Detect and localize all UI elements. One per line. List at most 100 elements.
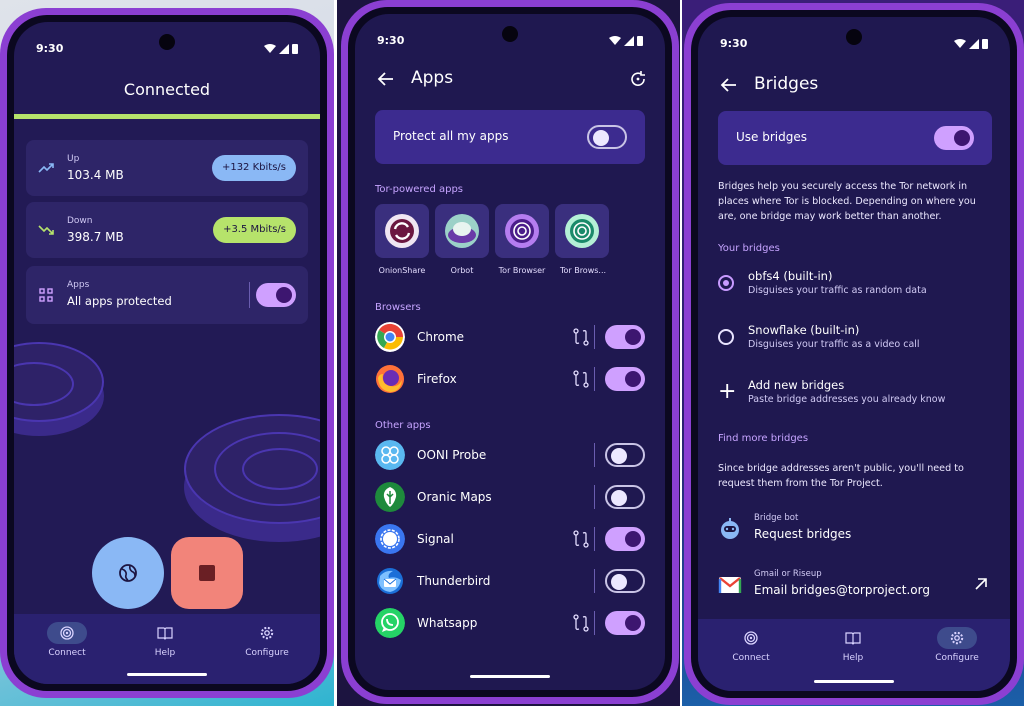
nav-help-label: Help [154, 648, 176, 658]
upload-card: Up 103.4 MB +132 Kbits/s [26, 140, 308, 196]
apps-protection-toggle[interactable] [256, 283, 296, 307]
nav-connect-label: Connect [732, 653, 770, 663]
bridges-screen: 9:30 Bridges Use bridges Bridges help yo… [698, 17, 1010, 691]
stop-button[interactable] [171, 537, 243, 609]
thunderbird-toggle[interactable] [605, 569, 645, 593]
apps-label: Apps [67, 280, 90, 290]
protect-all-label: Protect all my apps [393, 129, 509, 143]
connected-indicator-bar [14, 114, 320, 119]
option-title: obfs4 (built-in) [748, 269, 833, 283]
refresh-icon[interactable] [629, 70, 647, 88]
option-subtitle: Paste bridge addresses you already know [748, 394, 946, 405]
nav-connect[interactable]: Connect [706, 627, 796, 663]
app-name: Oranic Maps [417, 490, 492, 504]
bridge-option-snowflake[interactable]: Snowflake (built-in) Disguises your traf… [718, 321, 992, 355]
gear-icon [260, 626, 274, 640]
upload-rate-badge: +132 Kbits/s [211, 155, 296, 181]
tile-label: Orbot [450, 266, 474, 275]
divider [594, 367, 595, 391]
nav-configure[interactable]: Configure [222, 622, 312, 658]
external-link-icon[interactable] [974, 577, 988, 591]
radio-selected[interactable] [718, 275, 734, 291]
use-bridges-card[interactable]: Use bridges [718, 111, 992, 165]
tile-label: Tor Brows... [559, 266, 607, 275]
nav-connect[interactable]: Connect [22, 622, 112, 658]
upload-label: Up [67, 154, 80, 164]
book-icon [157, 627, 173, 640]
organic-maps-toggle[interactable] [605, 485, 645, 509]
list-item-organic-maps[interactable]: Oranic Maps [375, 482, 645, 512]
wifi-icon [609, 35, 621, 45]
tile-label: Tor Browser [498, 266, 546, 275]
page-title: Apps [411, 68, 454, 88]
option-subtitle: Disguises your traffic as random data [748, 285, 927, 296]
list-item-firefox[interactable]: Firefox [375, 364, 645, 394]
app-tile-tor-browser-alpha[interactable] [555, 204, 609, 258]
protect-all-toggle[interactable] [587, 125, 627, 149]
connect-icon [60, 626, 74, 640]
nav-help[interactable]: Help [120, 622, 210, 658]
apps-screen: 9:30 Apps Protect all my apps Tor-powere… [355, 14, 665, 690]
divider [594, 443, 595, 467]
nav-help[interactable]: Help [808, 627, 898, 663]
app-name: Signal [417, 532, 454, 546]
contact-label: Gmail or Riseup [754, 569, 822, 579]
bridges-description: Bridges help you securely access the Tor… [718, 181, 976, 222]
back-arrow-icon[interactable] [377, 70, 395, 88]
email-bridges-item[interactable]: Gmail or Riseup Email bridges@torproject… [718, 567, 992, 601]
change-location-button[interactable] [92, 537, 164, 609]
option-title: Add new bridges [748, 378, 845, 392]
use-bridges-toggle[interactable] [934, 126, 974, 150]
home-indicator [814, 680, 894, 683]
signal-toggle[interactable] [605, 527, 645, 551]
route-icon[interactable] [573, 530, 589, 548]
bridge-bot-item[interactable]: Bridge bot Request bridges [718, 511, 992, 545]
section-tor-powered: Tor-powered apps [375, 184, 464, 195]
home-indicator [470, 675, 550, 678]
list-item-whatsapp[interactable]: Whatsapp [375, 608, 645, 638]
nav-configure[interactable]: Configure [912, 627, 1002, 663]
ooni-probe-toggle[interactable] [605, 443, 645, 467]
signal-icon [624, 35, 634, 46]
find-more-description: Since bridge addresses aren't public, yo… [718, 463, 964, 489]
divider [594, 527, 595, 551]
tor-browser-icon [505, 214, 539, 248]
route-icon[interactable] [573, 370, 589, 388]
home-indicator [127, 673, 207, 676]
download-rate-badge: +3.5 Mbits/s [213, 217, 296, 243]
book-icon [845, 632, 861, 645]
list-item-ooni-probe[interactable]: OONI Probe [375, 440, 645, 470]
orbot-icon [445, 214, 479, 248]
back-arrow-icon[interactable] [720, 76, 738, 94]
add-new-bridges[interactable]: + Add new bridges Paste bridge addresses… [718, 376, 992, 410]
apps-card[interactable]: Apps All apps protected [26, 266, 308, 324]
nav-help-label: Help [842, 653, 864, 663]
list-item-signal[interactable]: Signal [375, 524, 645, 554]
chrome-toggle[interactable] [605, 325, 645, 349]
plus-icon: + [718, 379, 737, 404]
app-tile-tor-browser[interactable] [495, 204, 549, 258]
status-bar: 9:30 [36, 42, 298, 58]
route-icon[interactable] [573, 614, 589, 632]
bridge-option-obfs4[interactable]: obfs4 (built-in) Disguises your traffic … [718, 267, 992, 301]
whatsapp-toggle[interactable] [605, 611, 645, 635]
status-time: 9:30 [377, 34, 405, 47]
phone-connected: 9:30 Connected Up 103.4 MB +132 Kbits/s … [0, 8, 334, 698]
app-tile-orbot[interactable] [435, 204, 489, 258]
divider [249, 282, 250, 308]
connect-icon [744, 631, 758, 645]
app-name: Firefox [417, 372, 457, 386]
page-title: Bridges [754, 74, 819, 94]
divider [594, 611, 595, 635]
bottom-nav: Connect Help Configure [698, 619, 1010, 691]
status-bar: 9:30 [377, 34, 643, 50]
route-icon[interactable] [573, 328, 589, 346]
radio-unselected[interactable] [718, 329, 734, 345]
firefox-toggle[interactable] [605, 367, 645, 391]
divider [594, 569, 595, 593]
list-item-chrome[interactable]: Chrome [375, 322, 645, 352]
app-tile-onionshare[interactable] [375, 204, 429, 258]
battery-icon [982, 39, 988, 49]
protect-all-card[interactable]: Protect all my apps [375, 110, 645, 164]
list-item-thunderbird[interactable]: Thunderbird [375, 566, 645, 596]
